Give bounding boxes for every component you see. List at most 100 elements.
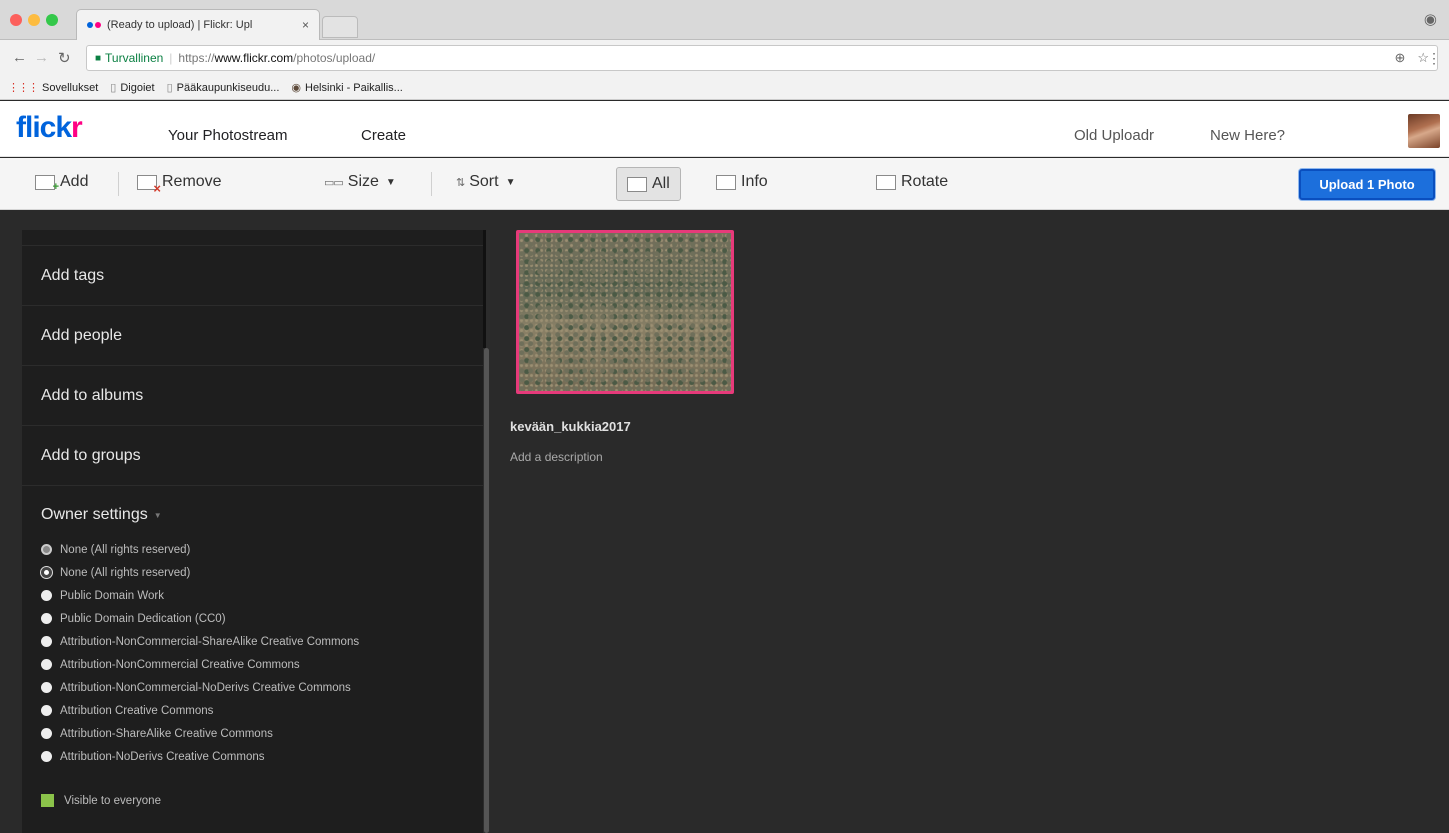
batch-edit-sidebar: Add tags Add people Add to albums Add to… [22, 230, 483, 833]
license-option[interactable]: Attribution-NonCommercial Creative Commo… [41, 653, 483, 676]
info-label: Info [741, 173, 768, 190]
sidebar-scrollbar-thumb[interactable] [484, 348, 489, 833]
browser-menu-icon[interactable]: ⋮ [1427, 50, 1441, 67]
bookmark-label: Digoiet [120, 81, 155, 94]
nav-old-uploadr[interactable]: Old Uploadr [1074, 127, 1154, 144]
nav-create[interactable]: Create [361, 127, 406, 144]
license-label: Attribution-NoDerivs Creative Commons [60, 750, 265, 763]
license-option[interactable]: None (All rights reserved) [41, 538, 483, 561]
license-label: None (All rights reserved) [60, 566, 191, 579]
reload-icon[interactable]: ↻ [58, 49, 71, 67]
nav-new-here[interactable]: New Here? [1210, 127, 1285, 144]
license-label: Attribution Creative Commons [60, 704, 214, 717]
url-field[interactable]: ■ Turvallinen | https://www.flickr.com/p… [86, 45, 1438, 71]
photo-title[interactable]: kevään_kukkia2017 [510, 419, 631, 434]
rotate-label: Rotate [901, 173, 949, 190]
bookmarks-bar: ⋮⋮⋮ Sovellukset ▯ Digoiet ▯ Pääkaupunkis… [0, 76, 1449, 100]
minimize-window-button[interactable] [28, 14, 40, 26]
all-label: All [652, 175, 670, 192]
add-people-item[interactable]: Add people [22, 306, 483, 366]
radio-button[interactable] [41, 567, 52, 578]
bookmark-paakaupunkiseutu[interactable]: ▯ Pääkaupunkiseudu... [166, 81, 280, 95]
bookmark-sovellukset[interactable]: ⋮⋮⋮ Sovellukset [8, 81, 99, 95]
radio-button[interactable] [41, 682, 52, 693]
new-tab-button[interactable] [322, 16, 358, 38]
license-option[interactable]: Public Domain Work [41, 584, 483, 607]
flickr-header: flickr Your Photostream Create Old Uploa… [0, 101, 1449, 157]
license-option[interactable]: Public Domain Dedication (CC0) [41, 607, 483, 630]
license-option[interactable]: Attribution-NoDerivs Creative Commons [41, 745, 483, 768]
upload-button[interactable]: Upload 1 Photo [1299, 169, 1435, 200]
maximize-window-button[interactable] [46, 14, 58, 26]
forward-arrow-icon[interactable]: → [34, 49, 49, 66]
radio-button[interactable] [41, 705, 52, 716]
add-to-groups-item[interactable]: Add to groups [22, 426, 483, 486]
secure-label: Turvallinen [105, 51, 164, 65]
close-window-button[interactable] [10, 14, 22, 26]
radio-button[interactable] [41, 751, 52, 762]
flickr-favicon-icon [87, 22, 101, 28]
rotate-button[interactable]: Rotate [876, 173, 948, 191]
apps-icon: ⋮⋮⋮ [8, 82, 39, 94]
sort-dropdown[interactable]: ⇅ Sort ▼ [456, 173, 515, 191]
tab-close-icon[interactable]: × [302, 18, 309, 32]
bookmark-label: Sovellukset [42, 81, 99, 94]
add-button[interactable]: Add [35, 173, 89, 194]
remove-button[interactable]: Remove [137, 173, 222, 195]
owner-settings-toggle[interactable]: Owner settings ▼ [41, 506, 483, 524]
photo-description-field[interactable]: Add a description [510, 450, 603, 464]
lock-icon: ■ [95, 52, 102, 64]
toolbar-divider [118, 172, 119, 196]
tab-title: (Ready to upload) | Flickr: Upl [107, 19, 253, 31]
license-label: Attribution-NonCommercial-ShareAlike Cre… [60, 635, 360, 648]
info-view-icon [716, 174, 736, 190]
photo-thumbnail[interactable] [516, 230, 734, 394]
radio-button[interactable] [41, 636, 52, 647]
add-label: Add [60, 173, 89, 190]
flickr-logo[interactable]: flickr [16, 111, 83, 145]
visibility-label: Visible to everyone [64, 794, 161, 807]
license-option[interactable]: Attribution-NonCommercial-ShareAlike Cre… [41, 630, 483, 653]
back-arrow-icon[interactable]: ← [12, 49, 27, 66]
license-option[interactable]: Attribution Creative Commons [41, 699, 483, 722]
radio-button[interactable] [41, 728, 52, 739]
size-dropdown[interactable]: ▭▭ Size ▼ [324, 173, 396, 191]
toolbar-divider [431, 172, 432, 196]
document-icon: ▯ [166, 82, 173, 94]
document-icon: ▯ [110, 82, 117, 94]
bookmark-digoiet[interactable]: ▯ Digoiet [110, 81, 155, 95]
visibility-checkbox[interactable] [41, 794, 54, 807]
add-tags-item[interactable]: Add tags [22, 246, 483, 306]
avatar[interactable] [1408, 114, 1440, 148]
owner-settings-title: Owner settings [41, 506, 148, 523]
nav-your-photostream[interactable]: Your Photostream [168, 127, 288, 144]
radio-button[interactable] [41, 613, 52, 624]
license-label: None (All rights reserved) [60, 543, 191, 556]
sidebar-top-divider [22, 230, 483, 246]
bookmark-helsinki[interactable]: ◉ Helsinki - Paikallis... [291, 81, 402, 95]
profile-icon[interactable]: ◉ [1424, 10, 1437, 28]
chevron-down-icon: ▼ [153, 510, 162, 520]
chevron-down-icon: ▼ [505, 176, 516, 188]
view-all-button[interactable]: All [616, 167, 681, 201]
upload-toolbar: Add Remove ▭▭ Size ▼ ⇅ Sort ▼ All Info R… [0, 158, 1449, 210]
visibility-option[interactable]: Visible to everyone [41, 794, 483, 807]
info-button[interactable]: Info [716, 173, 768, 191]
url-host: www.flickr.com [214, 51, 294, 65]
license-option[interactable]: Attribution-ShareAlike Creative Commons [41, 722, 483, 745]
size-label: Size [347, 173, 379, 190]
license-label: Attribution-NonCommercial-NoDerivs Creat… [60, 681, 351, 694]
radio-button[interactable] [41, 544, 52, 555]
size-icon: ▭▭ [324, 176, 344, 189]
globe-icon: ◉ [291, 82, 301, 94]
add-to-albums-item[interactable]: Add to albums [22, 366, 483, 426]
license-option[interactable]: Attribution-NonCommercial-NoDerivs Creat… [41, 676, 483, 699]
zoom-icon[interactable]: ⊕ [1394, 50, 1405, 66]
license-label: Public Domain Work [60, 589, 164, 602]
sort-icon: ⇅ [456, 176, 465, 189]
radio-button[interactable] [41, 590, 52, 601]
license-option[interactable]: None (All rights reserved) [41, 561, 483, 584]
browser-tab[interactable]: (Ready to upload) | Flickr: Upl × [76, 9, 320, 40]
url-separator: | [169, 51, 173, 65]
radio-button[interactable] [41, 659, 52, 670]
